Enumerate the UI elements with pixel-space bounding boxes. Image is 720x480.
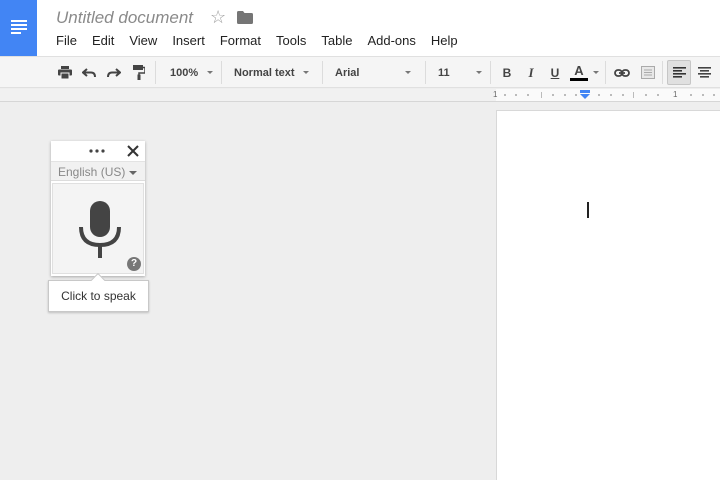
text-color-button[interactable]: A (569, 57, 589, 88)
ruler[interactable]: 1 1 (0, 89, 720, 102)
microphone-icon (79, 201, 121, 258)
menu-bar: File Edit View Insert Format Tools Table… (56, 32, 473, 50)
redo-button[interactable] (105, 57, 123, 88)
close-icon[interactable] (127, 145, 139, 157)
menu-view[interactable]: View (129, 32, 157, 50)
menu-edit[interactable]: Edit (92, 32, 114, 50)
undo-button[interactable] (80, 57, 98, 88)
insert-link-button[interactable] (612, 57, 632, 88)
ruler-number-right: 1 (673, 90, 678, 99)
bold-label: B (502, 65, 512, 80)
paragraph-style-value: Normal text (234, 66, 295, 79)
language-select[interactable]: English (US) (51, 161, 145, 181)
toolbar-separator (662, 61, 663, 84)
redo-icon (107, 67, 121, 77)
voice-panel-header (51, 141, 145, 161)
text-color-swatch (570, 77, 588, 81)
underline-button[interactable]: U (546, 57, 564, 88)
voice-typing-panel: English (US) ? (51, 141, 145, 276)
menu-table[interactable]: Table (321, 32, 352, 50)
indent-marker-icon[interactable] (580, 90, 590, 99)
paint-format-button[interactable] (130, 57, 148, 88)
text-color-label: A (574, 62, 584, 78)
ruler-number-left: 1 (493, 90, 498, 99)
font-value: Arial (335, 66, 360, 79)
link-icon (614, 68, 630, 77)
zoom-caret-icon (207, 71, 213, 74)
print-icon (58, 66, 72, 79)
paragraph-style-select[interactable]: Normal text (234, 57, 314, 88)
menu-help[interactable]: Help (431, 32, 458, 50)
align-center-icon (697, 67, 711, 78)
insert-comment-button[interactable] (638, 57, 658, 88)
menu-file[interactable]: File (56, 32, 77, 50)
toolbar-separator (322, 61, 323, 84)
text-color-caret-icon (593, 71, 599, 74)
chevron-down-icon (129, 171, 137, 175)
font-size-value: 11 (438, 66, 450, 79)
document-page[interactable] (496, 110, 720, 480)
microphone-button[interactable]: ? (52, 183, 144, 274)
toolbar: 100% Normal text Arial 11 B I U A (0, 56, 720, 88)
folder-icon[interactable] (237, 11, 253, 24)
toolbar-separator (155, 61, 156, 84)
align-center-button[interactable] (694, 57, 714, 88)
italic-button[interactable]: I (522, 57, 540, 88)
star-icon[interactable]: ☆ (210, 7, 226, 27)
align-left-button[interactable] (667, 60, 691, 85)
italic-label: I (528, 64, 534, 80)
bold-button[interactable]: B (498, 57, 516, 88)
more-horizontal-icon[interactable] (89, 149, 105, 153)
tooltip-text: Click to speak (61, 289, 136, 303)
underline-label: U (550, 65, 560, 80)
toolbar-separator (425, 61, 426, 84)
comment-icon (641, 66, 655, 79)
menu-insert[interactable]: Insert (172, 32, 205, 50)
language-value: English (US) (58, 165, 126, 179)
paint-format-icon (133, 65, 145, 80)
font-caret-icon (405, 71, 411, 74)
document-title[interactable]: Untitled document (56, 8, 193, 28)
toolbar-separator (605, 61, 606, 84)
font-size-caret-icon (476, 71, 482, 74)
undo-icon (82, 67, 96, 77)
align-left-icon (672, 67, 686, 78)
toolbar-separator (221, 61, 222, 84)
toolbar-separator (490, 61, 491, 84)
font-select[interactable]: Arial (335, 57, 415, 88)
print-button[interactable] (56, 57, 74, 88)
app-header: Untitled document ☆ File Edit View Inser… (0, 0, 720, 56)
menu-addons[interactable]: Add-ons (367, 32, 415, 50)
style-caret-icon (303, 71, 309, 74)
click-to-speak-tooltip: Click to speak (48, 272, 149, 312)
text-cursor (587, 202, 589, 218)
ruler-page-strip (496, 89, 720, 101)
menu-tools[interactable]: Tools (276, 32, 306, 50)
docs-logo-icon[interactable] (0, 0, 37, 56)
help-icon[interactable]: ? (127, 257, 141, 271)
zoom-value: 100% (170, 66, 199, 79)
menu-format[interactable]: Format (220, 32, 261, 50)
